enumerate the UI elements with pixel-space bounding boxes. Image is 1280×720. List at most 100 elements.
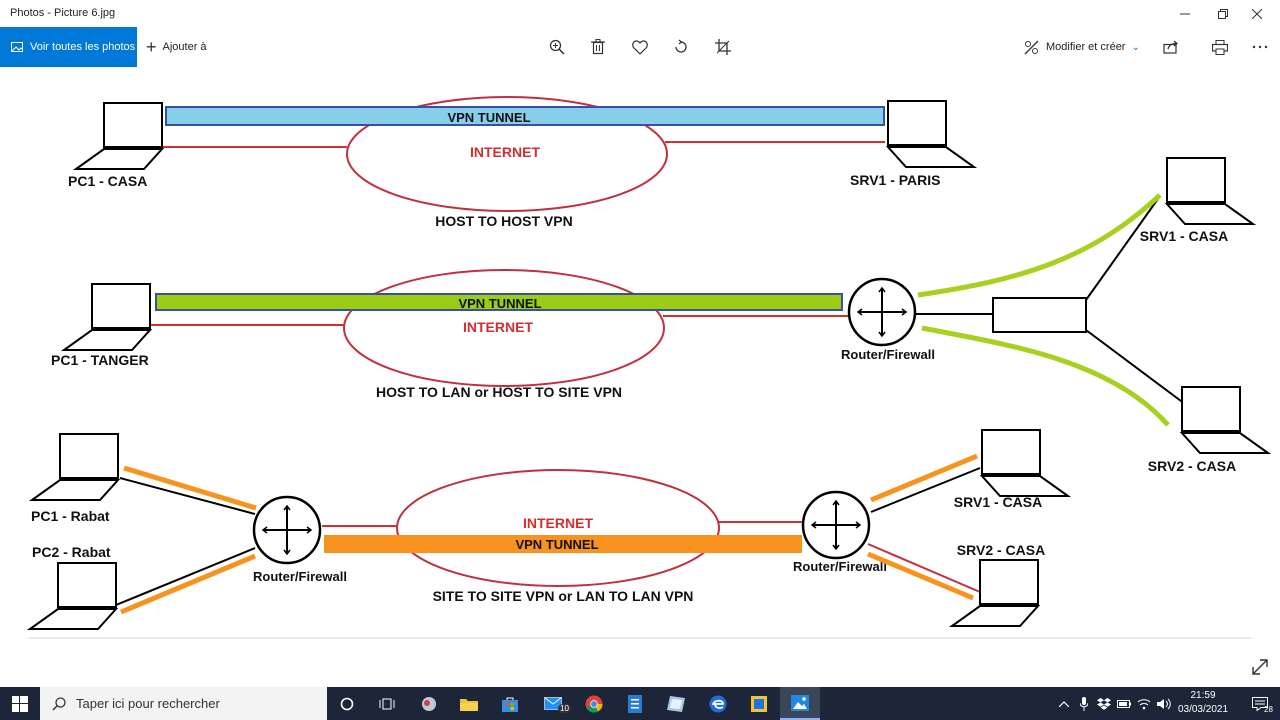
chevron-down-icon: ⌄ bbox=[1131, 41, 1140, 53]
microphone-button[interactable] bbox=[1076, 687, 1092, 720]
srv2-casa-laptop-icon bbox=[1181, 386, 1269, 454]
vpn-tunnel-label: VPN TUNNEL bbox=[458, 296, 541, 311]
vpn-tunnel-label: VPN TUNNEL bbox=[447, 110, 530, 125]
rotate-button[interactable] bbox=[671, 37, 691, 57]
printer-icon bbox=[1212, 39, 1228, 55]
delete-button[interactable] bbox=[588, 37, 608, 57]
system-clock[interactable]: 21:59 03/03/2021 bbox=[1172, 689, 1234, 717]
srv1-casa-laptop-icon bbox=[1166, 157, 1254, 225]
title-bar: Photos - Picture 6.jpg bbox=[0, 0, 1280, 27]
pc1-tanger-laptop-icon bbox=[63, 283, 151, 351]
photos-app-window: Photos - Picture 6.jpg Voir toutes les p… bbox=[0, 0, 1280, 720]
image-canvas[interactable]: VPN TUNNEL INTERNET PC1 - CASA SRV1 - PA… bbox=[0, 67, 1280, 687]
plus-icon: + bbox=[146, 36, 157, 57]
srv1-paris-laptop-icon bbox=[887, 100, 975, 168]
add-to-button[interactable]: + Ajouter à bbox=[146, 27, 207, 67]
srv1-casa-label: SRV1 - CASA bbox=[954, 494, 1042, 510]
view-all-photos-label: Voir toutes les photos bbox=[30, 41, 136, 53]
battery-button[interactable] bbox=[1116, 687, 1132, 720]
share-icon bbox=[1163, 40, 1179, 54]
app-icon bbox=[422, 696, 436, 711]
wifi-button[interactable] bbox=[1136, 687, 1152, 720]
battery-icon bbox=[1117, 699, 1131, 708]
taskbar-app-sticky[interactable] bbox=[739, 687, 779, 720]
router-left-icon bbox=[252, 495, 322, 565]
router-left-label: Router/Firewall bbox=[253, 569, 347, 584]
store-icon bbox=[502, 697, 518, 712]
clock-time: 21:59 bbox=[1190, 690, 1216, 701]
chevron-up-icon bbox=[1059, 700, 1069, 707]
notification-center-button[interactable]: 28 bbox=[1240, 687, 1280, 720]
srv1-casa-laptop-icon bbox=[981, 429, 1069, 497]
dropbox-button[interactable] bbox=[1096, 687, 1112, 720]
pc1-rabat-label: PC1 - Rabat bbox=[31, 508, 110, 524]
pc1-casa-label: PC1 - CASA bbox=[68, 173, 147, 189]
microphone-icon bbox=[1080, 696, 1088, 711]
taskbar-search-box[interactable]: Taper ici pour rechercher bbox=[40, 687, 327, 720]
windows-taskbar: Taper ici pour rechercher 10 21:59 03/03… bbox=[0, 687, 1280, 720]
minimize-icon bbox=[1180, 13, 1190, 14]
start-button[interactable] bbox=[0, 687, 40, 720]
site-to-site-caption: SITE TO SITE VPN or LAN TO LAN VPN bbox=[433, 588, 694, 604]
cortana-icon bbox=[340, 697, 354, 710]
more-icon bbox=[1252, 45, 1268, 49]
cortana-button[interactable] bbox=[327, 687, 367, 720]
folder-icon bbox=[460, 698, 478, 711]
dropbox-icon bbox=[1097, 697, 1111, 710]
store-button[interactable] bbox=[490, 687, 530, 720]
photos-taskbar-button[interactable] bbox=[780, 687, 820, 720]
more-options-button[interactable] bbox=[1250, 37, 1270, 57]
mail-button[interactable]: 10 bbox=[533, 687, 573, 720]
rotate-icon bbox=[675, 39, 687, 53]
volume-button[interactable] bbox=[1156, 687, 1172, 720]
view-all-photos-button[interactable]: Voir toutes les photos bbox=[0, 27, 137, 67]
print-button[interactable] bbox=[1210, 37, 1230, 57]
internet-label: INTERNET bbox=[463, 319, 533, 335]
file-explorer-button[interactable] bbox=[449, 687, 489, 720]
switch-box bbox=[992, 297, 1087, 333]
expand-icon bbox=[1252, 659, 1268, 675]
notification-badge: 28 bbox=[1264, 705, 1273, 714]
green-link-srv1 bbox=[917, 193, 1162, 298]
crop-button[interactable] bbox=[713, 37, 733, 57]
window-title: Photos - Picture 6.jpg bbox=[10, 7, 116, 19]
host-to-lan-diagram: VPN TUNNEL INTERNET PC1 - TANGER HOST TO… bbox=[51, 157, 1269, 474]
edge-icon bbox=[709, 695, 727, 712]
close-icon bbox=[1252, 8, 1262, 19]
add-to-label: Ajouter à bbox=[162, 41, 207, 53]
share-button[interactable] bbox=[1161, 37, 1181, 57]
taskbar-app-document[interactable] bbox=[615, 687, 655, 720]
srv1-paris-label: SRV1 - PARIS bbox=[850, 172, 941, 188]
vpn-diagram: VPN TUNNEL INTERNET PC1 - CASA SRV1 - PA… bbox=[28, 96, 1269, 639]
chrome-button[interactable] bbox=[574, 687, 614, 720]
zoom-button[interactable] bbox=[547, 37, 567, 57]
pc2-rabat-label: PC2 - Rabat bbox=[32, 544, 111, 560]
favorite-button[interactable] bbox=[630, 37, 650, 57]
taskbar-app-notes[interactable] bbox=[656, 687, 696, 720]
edge-button[interactable] bbox=[698, 687, 738, 720]
task-view-icon bbox=[379, 698, 395, 709]
edit-create-button[interactable]: Modifier et créer ⌄ bbox=[1024, 27, 1140, 67]
internet-label: INTERNET bbox=[470, 144, 540, 160]
close-button[interactable] bbox=[1234, 0, 1280, 27]
orange-link-pc1 bbox=[123, 465, 257, 511]
site-to-site-diagram: PC1 - Rabat PC2 - Rabat VPN TUNNEL INTER… bbox=[29, 429, 1069, 630]
document-icon bbox=[628, 694, 642, 713]
orange-link-srv2 bbox=[867, 551, 974, 601]
edit-icon bbox=[1024, 40, 1039, 54]
notes-icon bbox=[667, 695, 685, 712]
taskbar-app-1[interactable] bbox=[409, 687, 449, 720]
search-placeholder: Taper ici pour rechercher bbox=[76, 696, 220, 711]
green-link-srv2 bbox=[921, 325, 1170, 427]
show-hidden-icons-button[interactable] bbox=[1056, 687, 1072, 720]
host-to-lan-caption: HOST TO LAN or HOST TO SITE VPN bbox=[376, 384, 622, 400]
crop-icon bbox=[715, 39, 731, 55]
chrome-icon bbox=[585, 695, 603, 713]
clock-date: 03/03/2021 bbox=[1177, 704, 1229, 715]
fullscreen-button[interactable] bbox=[1250, 657, 1270, 677]
sticky-icon bbox=[751, 695, 767, 712]
wifi-icon bbox=[1137, 698, 1151, 709]
task-view-button[interactable] bbox=[367, 687, 407, 720]
internet-label: INTERNET bbox=[523, 515, 593, 531]
trash-icon bbox=[591, 39, 605, 55]
